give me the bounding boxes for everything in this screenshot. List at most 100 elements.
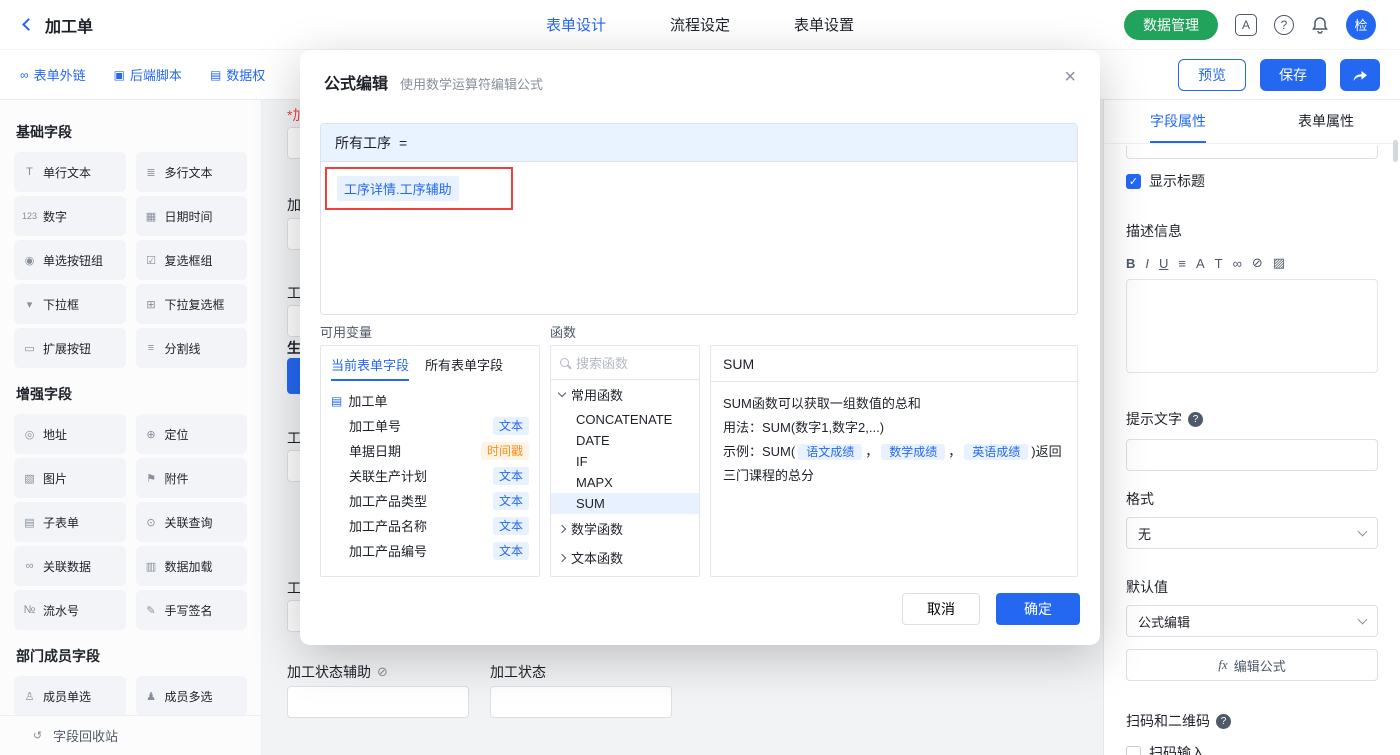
section-title-member-fields: 部门成员字段 (16, 648, 100, 664)
field-item-related-query[interactable]: ⊙ 关联查询 (135, 502, 247, 542)
field-item-dropdown[interactable]: ▾ 下拉框 (14, 284, 126, 324)
help-icon[interactable]: ? (1274, 14, 1294, 35)
data-manage-button[interactable]: 数据管理 (1124, 9, 1218, 40)
function-item-concatenate[interactable]: CONCATENATE (551, 409, 699, 430)
scan-input-checkbox[interactable] (1126, 745, 1141, 755)
field-item-datetime[interactable]: ▦ 日期时间 (135, 196, 247, 236)
save-button[interactable]: 保存 (1260, 58, 1326, 91)
variable-name: 加工产品类型 (349, 494, 428, 509)
variables-tree-root[interactable]: ▤ 加工单 (321, 385, 539, 413)
field-label: 工 (287, 430, 301, 446)
cancel-button[interactable]: 取消 (902, 593, 980, 625)
field-item-serial-number[interactable]: № 流水号 (14, 590, 126, 630)
description-editor[interactable] (1126, 279, 1378, 373)
function-group-text[interactable]: 文本函数 (551, 543, 699, 572)
variable-name: 加工单号 (349, 419, 402, 434)
field-item-radio-group[interactable]: ◉ 单选按钮组 (14, 240, 126, 280)
variable-row[interactable]: 加工产品类型 文本 (321, 488, 539, 513)
form-external-link[interactable]: ∞ 表单外链 (20, 65, 86, 84)
function-search[interactable]: 搜索函数 (551, 346, 699, 380)
field-item-extend-button[interactable]: ▭ 扩展按钮 (14, 328, 126, 368)
format-select[interactable]: 无 (1126, 517, 1378, 549)
underline-icon[interactable]: U (1159, 256, 1168, 271)
preview-button[interactable]: 预览 (1178, 58, 1246, 91)
field-recycle-bin[interactable]: ↺ 字段回收站 (0, 715, 261, 755)
field-item-address[interactable]: ◎ 地址 (14, 414, 126, 454)
avatar[interactable]: 检 (1346, 9, 1376, 40)
field-item-member-single[interactable]: ♙ 成员单选 (14, 676, 126, 716)
tab-all-form-fields[interactable]: 所有表单字段 (425, 355, 503, 381)
function-item-if[interactable]: IF (551, 451, 699, 472)
scrollbar-thumb[interactable] (1393, 140, 1398, 162)
confirm-button[interactable]: 确定 (996, 593, 1080, 625)
field-item-divider[interactable]: ≡ 分割线 (135, 328, 247, 368)
scan-input-label: 扫码输入 (1149, 745, 1205, 755)
edit-formula-button[interactable]: fx 编辑公式 (1126, 649, 1378, 681)
tab-field-properties[interactable]: 字段属性 (1150, 100, 1206, 143)
show-title-row: 显示标题 (1126, 171, 1378, 191)
variable-row[interactable]: 单据日期 时间戳 (321, 438, 539, 463)
field-item-related-data[interactable]: ∞ 关联数据 (14, 546, 126, 586)
field-item-label: 流水号 (43, 603, 80, 618)
function-group-math[interactable]: 数学函数 (551, 514, 699, 543)
field-item-attachment[interactable]: ⚑ 附件 (135, 458, 247, 498)
language-icon[interactable]: A (1235, 13, 1257, 36)
field-item-number[interactable]: 123 数字 (14, 196, 126, 236)
example-arg: 语文成绩 (798, 444, 863, 460)
hint-help-icon[interactable]: ? (1188, 411, 1203, 427)
tab-flow-settings[interactable]: 流程设定 (670, 14, 730, 35)
field-item-member-multi[interactable]: ♟ 成员多选 (135, 676, 247, 716)
field-item-image[interactable]: ▧ 图片 (14, 458, 126, 498)
tab-current-form-fields[interactable]: 当前表单字段 (331, 355, 410, 381)
share-button[interactable] (1340, 58, 1380, 91)
variable-row[interactable]: 加工产品编号 文本 (321, 538, 539, 563)
close-icon[interactable]: × (1064, 66, 1076, 89)
link-icon[interactable]: ∞ (1233, 256, 1242, 271)
tab-form-properties[interactable]: 表单属性 (1298, 100, 1354, 143)
field-item-signature[interactable]: ✎ 手写签名 (135, 590, 247, 630)
formula-editor-body[interactable]: 工序详情.工序辅助 (321, 162, 1077, 215)
formula-editor[interactable]: 所有工序 = 工序详情.工序辅助 (320, 123, 1078, 315)
backend-script-link[interactable]: ▣ 后端脚本 (114, 65, 182, 84)
align-icon[interactable]: ≡ (1178, 256, 1186, 271)
related-query-icon: ⊙ (146, 516, 156, 529)
hint-input[interactable] (1126, 439, 1378, 471)
variable-row[interactable]: 关联生产计划 文本 (321, 463, 539, 488)
unlink-icon[interactable]: ⊘ (1252, 255, 1263, 271)
status-input[interactable] (490, 686, 672, 718)
qr-help-icon[interactable]: ? (1216, 713, 1231, 729)
font-color-icon[interactable]: A (1196, 256, 1205, 271)
default-value-select[interactable]: 公式编辑 (1126, 605, 1378, 637)
field-item-subform[interactable]: ▤ 子表单 (14, 502, 126, 542)
italic-icon[interactable]: I (1145, 256, 1149, 271)
notification-bell-icon[interactable] (1311, 16, 1329, 34)
tab-form-design[interactable]: 表单设计 (546, 14, 606, 35)
tab-form-settings[interactable]: 表单设置 (794, 14, 854, 35)
formula-expression[interactable]: 工序详情.工序辅助 (337, 176, 459, 201)
field-item-label: 数字 (43, 209, 68, 224)
field-item-single-line-text[interactable]: T 单行文本 (14, 152, 126, 192)
field-item-label: 分割线 (164, 341, 201, 356)
variable-row[interactable]: 加工产品名称 文本 (321, 513, 539, 538)
back-button[interactable] (22, 18, 35, 31)
bold-icon[interactable]: B (1126, 256, 1135, 271)
function-item-date[interactable]: DATE (551, 430, 699, 451)
field-item-multi-line-text[interactable]: ≣ 多行文本 (135, 152, 247, 192)
variable-row[interactable]: 加工单号 文本 (321, 413, 539, 438)
show-title-checkbox[interactable] (1126, 173, 1141, 189)
field-item-checkbox-group[interactable]: ☑ 复选框组 (135, 240, 247, 280)
function-item-mapx[interactable]: MAPX (551, 472, 699, 493)
field-item-data-load[interactable]: ▥ 数据加载 (135, 546, 247, 586)
function-item-sum[interactable]: SUM (551, 493, 699, 514)
field-item-dropdown-multi[interactable]: ⊞ 下拉复选框 (135, 284, 247, 324)
data-permission-link[interactable]: ▤ 数据权 (210, 65, 265, 84)
form-doc-icon: ▤ (331, 393, 343, 408)
field-item-label: 附件 (164, 471, 189, 486)
insert-image-icon[interactable]: ▨ (1273, 255, 1285, 271)
status-helper-input[interactable] (287, 686, 469, 718)
field-item-location[interactable]: ⊕ 定位 (135, 414, 247, 454)
font-size-icon[interactable]: T (1215, 256, 1223, 271)
example-prefix: 示例：SUM( (723, 444, 796, 459)
field-palette-sidebar: 基础字段 T 单行文本 ≣ 多行文本 123 数字 ▦ 日期时间 ◉ 单选按钮组 ☑ 复选框… (0, 100, 262, 755)
function-group-common[interactable]: 常用函数 (551, 380, 699, 409)
